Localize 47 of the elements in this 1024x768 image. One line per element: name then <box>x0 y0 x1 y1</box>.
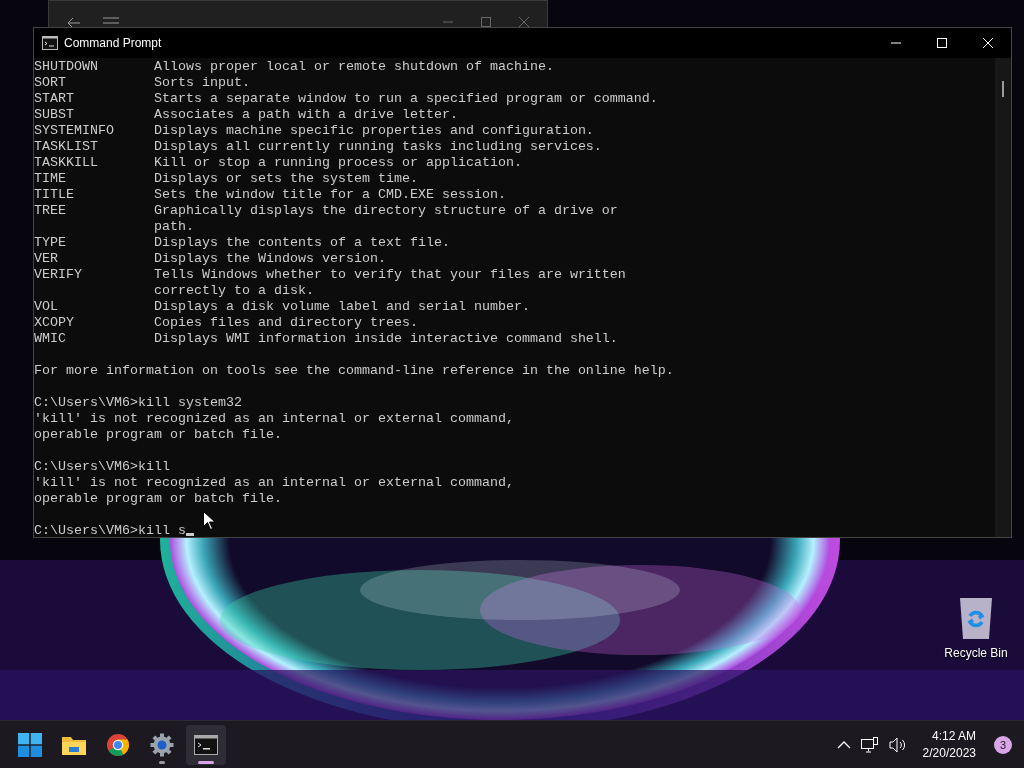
browser-icon <box>106 732 130 757</box>
console-line: VER Displays the Windows version. <box>34 251 386 267</box>
back-arrow-icon <box>67 17 81 29</box>
text-cursor <box>185 533 194 536</box>
console-line: 'kill' is not recognized as an internal or external command, <box>34 475 514 491</box>
taskbar-app-button[interactable] <box>186 724 226 765</box>
console-line: operable program or batch file. <box>34 491 282 507</box>
window-title: Command Prompt <box>64 36 162 50</box>
console-line: TREE Graphically displays the directory structure of a drive or <box>34 203 618 219</box>
console-line: 'kill' is not recognized as an internal or external command, <box>34 411 514 427</box>
console-line: C:\Users\VM6>kill system32 <box>34 395 242 411</box>
console-line: TASKKILL Kill or stop a running process or application. <box>34 155 522 171</box>
console-line: SUBST Associates a path with a drive letter. <box>34 107 458 123</box>
console-line: C:\Users\VM6>kill <box>34 459 170 475</box>
console-line: TIME Displays or sets the system time. <box>34 171 418 187</box>
terminal-icon <box>42 36 58 50</box>
console-line: START Starts a separate window to run a specified program or command. <box>34 91 658 107</box>
notification-badge[interactable]: 3 <box>994 735 1012 754</box>
pointer-icon <box>203 511 215 530</box>
console-line: For more information on tools see the command-line reference in the online help. <box>34 363 674 379</box>
windows-logo-icon <box>18 732 42 757</box>
chevron-up-icon[interactable] <box>836 740 851 749</box>
console-line: operable program or batch file. <box>34 427 282 443</box>
console-line: TYPE Displays the contents of a text file. <box>34 235 450 251</box>
desktop-icon-label[interactable]: Recycle Bin <box>944 646 1008 660</box>
console-line: VERIFY Tells Windows whether to verify that your files are written <box>34 267 626 283</box>
console-line: XCOPY Copies files and directory trees. <box>34 315 418 331</box>
close-icon <box>519 17 529 27</box>
gear-icon <box>150 732 174 757</box>
speaker-icon[interactable] <box>888 736 907 753</box>
console-line: TASKLIST Displays all currently running tasks including services. <box>34 139 602 155</box>
maximize-icon <box>937 38 947 48</box>
console-line: VOL Displays a disk volume label and serial number. <box>34 299 530 315</box>
close-icon <box>983 38 993 48</box>
console-line: SHUTDOWN Allows proper local or remote shutdown of machine. <box>34 59 554 75</box>
console-line: path. <box>152 219 194 235</box>
console-line: WMIC Displays WMI information inside interactive command shell. <box>34 331 618 347</box>
maximize-icon <box>481 17 491 27</box>
console-line: C:\Users\VM6>kill s <box>34 523 186 537</box>
console-line: correctly to a disk. <box>152 283 314 299</box>
console-line: SYSTEMINFO Displays machine specific properties and configuration. <box>34 123 594 139</box>
scrollbar[interactable] <box>995 58 1011 537</box>
console-line: TITLE Sets the window title for a CMD.EXE session. <box>34 187 506 203</box>
console-line: SORT Sorts input. <box>34 75 250 91</box>
clock[interactable]: 4:12 AM 2/20/2023 <box>922 727 976 762</box>
terminal-icon <box>194 734 218 755</box>
network-icon[interactable] <box>860 736 879 753</box>
